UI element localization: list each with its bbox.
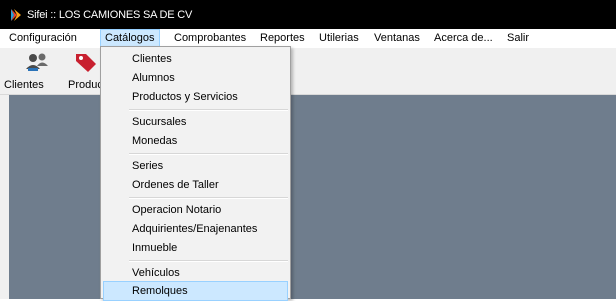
menu-separator [129, 153, 288, 155]
sifei-logo-icon [11, 9, 21, 21]
menu-item-series[interactable]: Series [103, 156, 288, 176]
menu-ventanas[interactable]: Ventanas [370, 29, 424, 48]
left-border [0, 95, 9, 299]
menu-separator [129, 260, 288, 262]
menu-acerca-de[interactable]: Acerca de... [430, 29, 497, 48]
clientes-toolbar-button[interactable]: Clientes [4, 48, 64, 94]
menu-separator [129, 197, 288, 199]
menu-utilerias[interactable]: Utilerias [315, 29, 363, 48]
productos-toolbar-label: Productos [68, 79, 100, 91]
menu-separator [129, 109, 288, 111]
menu-bar: Configuración Catálogos Comprobantes Rep… [0, 29, 616, 48]
toolbar: Clientes Productos [0, 48, 616, 95]
price-tag-icon [76, 54, 96, 72]
menu-configuracion[interactable]: Configuración [5, 29, 81, 48]
menu-item-inmueble[interactable]: Inmueble [103, 238, 288, 258]
menu-item-ordenes-taller[interactable]: Ordenes de Taller [103, 175, 288, 195]
menu-item-clientes[interactable]: Clientes [103, 49, 288, 69]
title-bar: Sifei :: LOS CAMIONES SA DE CV [0, 0, 616, 29]
menu-item-vehiculos[interactable]: Vehículos [103, 263, 288, 283]
menu-salir[interactable]: Salir [503, 29, 533, 48]
menu-item-monedas[interactable]: Monedas [103, 131, 288, 151]
menu-item-productos-servicios[interactable]: Productos y Servicios [103, 87, 288, 107]
menu-item-remolques[interactable]: Remolques [103, 281, 288, 301]
menu-item-alumnos[interactable]: Alumnos [103, 68, 288, 88]
menu-item-adquirientes[interactable]: Adquirientes/Enajenantes [103, 219, 288, 239]
productos-toolbar-button[interactable]: Productos [66, 48, 100, 94]
menu-item-sucursales[interactable]: Sucursales [103, 112, 288, 132]
menu-item-operacion-notario[interactable]: Operacion Notario [103, 200, 288, 220]
users-icon [26, 53, 48, 71]
clientes-toolbar-label: Clientes [4, 79, 44, 91]
catalogos-dropdown-menu: Clientes Alumnos Productos y Servicios S… [100, 46, 291, 301]
window-title: Sifei :: LOS CAMIONES SA DE CV [27, 9, 193, 21]
